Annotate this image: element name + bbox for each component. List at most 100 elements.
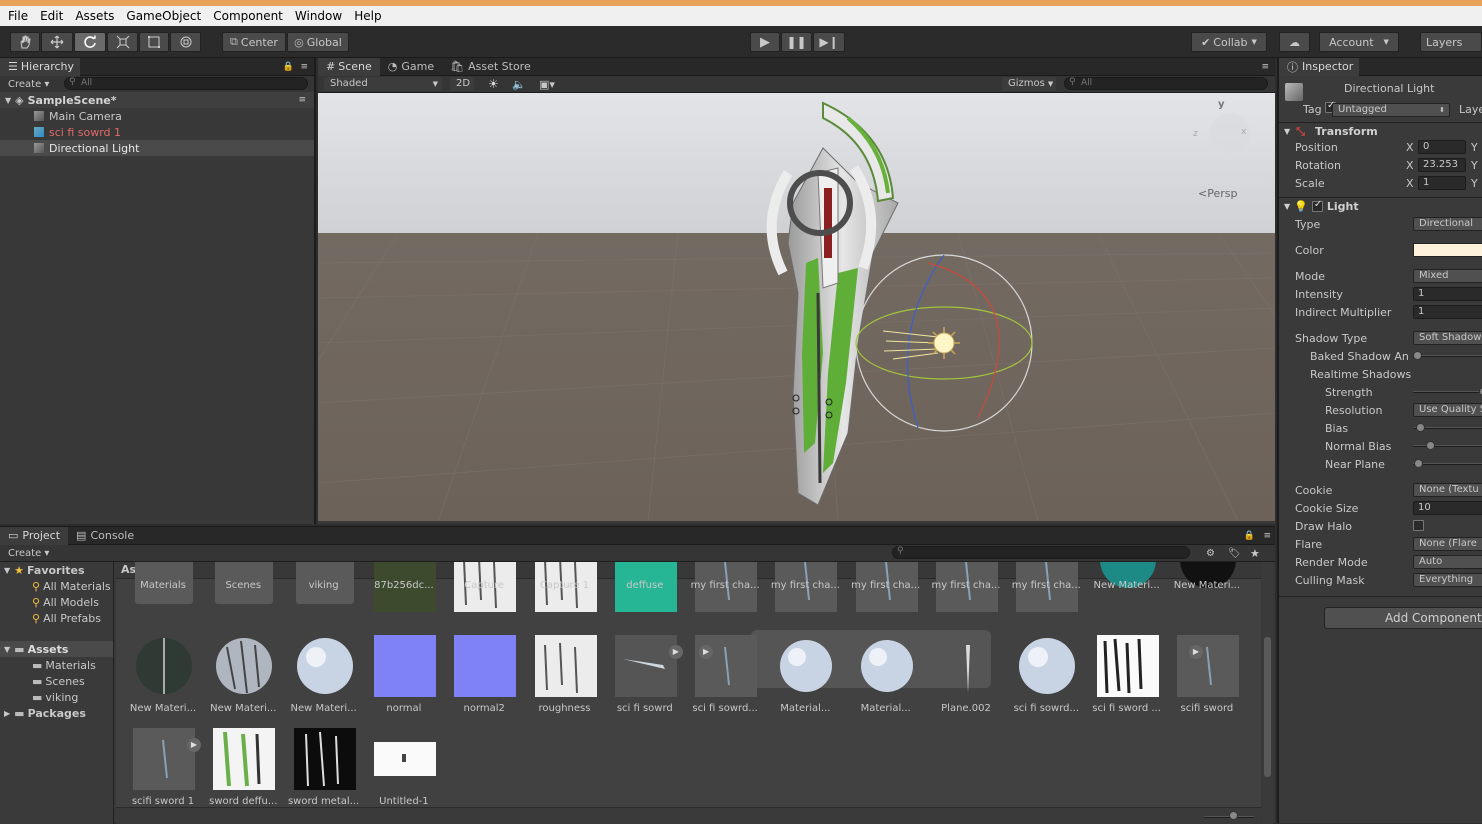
transform-tool-button[interactable]	[170, 32, 201, 52]
tab-inspector[interactable]: ⓘ Inspector	[1279, 57, 1359, 76]
property-dropdown[interactable]: None (Flare	[1413, 537, 1482, 551]
rotation-x-field[interactable]: 23.253	[1418, 158, 1466, 172]
property-dropdown[interactable]: None (Textu	[1413, 483, 1482, 497]
pivot-global-button[interactable]: ◎ Global	[287, 32, 349, 52]
menu-gameobject[interactable]: GameObject	[120, 9, 207, 23]
pause-button[interactable]: ❚❚	[781, 32, 812, 52]
hierarchy-create-button[interactable]: Create ▾	[0, 79, 57, 90]
tab-game[interactable]: ◔ Game	[380, 58, 442, 76]
folder-item[interactable]: ▬ Scenes	[32, 673, 85, 689]
slider-knob[interactable]	[1413, 351, 1422, 360]
effects-icon[interactable]: ▣▾	[539, 78, 555, 91]
cloud-button[interactable]: ☁	[1279, 32, 1310, 52]
tag-dropdown[interactable]: Untagged ⬍	[1332, 103, 1450, 117]
panel-menu-icon[interactable]: ≡	[1261, 62, 1269, 72]
add-component-button[interactable]: Add Component	[1324, 607, 1482, 629]
property-dropdown[interactable]: Everything	[1413, 573, 1482, 587]
pivot-center-button[interactable]: ⧉ Center	[222, 32, 286, 52]
transform-component-header[interactable]: ▼ ⤡ Transform	[1279, 122, 1482, 140]
lock-icon[interactable]: 🔒	[283, 62, 294, 72]
project-create-button[interactable]: Create ▾	[0, 548, 57, 559]
property-checkbox[interactable]	[1413, 520, 1424, 531]
shading-mode-dropdown[interactable]: Shaded ▼	[324, 77, 442, 91]
filter-by-type-icon[interactable]: ⚙	[1206, 548, 1215, 559]
expand-prefab-icon[interactable]: ▶	[668, 645, 683, 659]
scene-lighting-icon[interactable]: ☀	[488, 77, 499, 91]
panel-menu-icon[interactable]: ≡	[300, 62, 308, 72]
tab-asset-store[interactable]: 🛍 Asset Store	[442, 58, 539, 76]
collab-button[interactable]: ✔ Collab ▼	[1191, 32, 1267, 52]
layers-button[interactable]: Layers	[1420, 32, 1482, 52]
menu-component[interactable]: Component	[207, 9, 289, 23]
favorite-item[interactable]: ⚲ All Materials	[32, 578, 111, 594]
favorites-folder[interactable]: ▼ ★ Favorites	[4, 562, 85, 578]
menu-assets[interactable]: Assets	[69, 9, 120, 23]
audio-icon[interactable]: 🔈	[512, 78, 526, 91]
gameobject-icon	[1285, 83, 1303, 101]
project-search-input[interactable]: ⚲	[892, 546, 1190, 559]
rotate-tool-button[interactable]	[74, 32, 106, 52]
thumbnail-size-knob[interactable]	[1229, 811, 1238, 820]
scene-root-row[interactable]: ▼ ◈ SampleScene* ≡	[0, 92, 314, 108]
assets-folder[interactable]: ▼ ▬ Assets	[0, 641, 113, 657]
hierarchy-item[interactable]: sci fi sowrd 1	[0, 124, 314, 140]
object-name-field[interactable]: Directional Light	[1339, 82, 1482, 96]
expand-prefab-icon[interactable]: ▶	[699, 645, 714, 659]
position-x-field[interactable]: 0	[1418, 140, 1466, 154]
hand-tool-button[interactable]	[10, 32, 40, 52]
favorite-item[interactable]: ⚲ All Prefabs	[32, 610, 101, 626]
info-icon: ⓘ	[1287, 60, 1298, 74]
project-scrollbar[interactable]	[1262, 562, 1273, 824]
tab-console[interactable]: ▤ Console	[68, 527, 142, 545]
property-dropdown[interactable]: Soft Shadows	[1413, 331, 1482, 345]
tab-scene[interactable]: # Scene	[318, 57, 380, 76]
play-button[interactable]: ▶	[750, 32, 780, 52]
property-field[interactable]: 10	[1413, 501, 1482, 515]
scene-search-input[interactable]: ⚲ All	[1064, 77, 1268, 90]
property-dropdown[interactable]: Mixed	[1413, 269, 1482, 283]
property-dropdown[interactable]: Directional	[1413, 217, 1482, 231]
persp-label[interactable]: <Persp	[1198, 187, 1237, 200]
packages-folder[interactable]: ▶ ▬ Packages	[4, 705, 86, 721]
menu-help[interactable]: Help	[348, 9, 387, 23]
move-tool-button[interactable]	[41, 32, 73, 52]
hierarchy-item-selected[interactable]: Directional Light	[0, 140, 314, 156]
menu-window[interactable]: Window	[289, 9, 348, 23]
toggle-2d-button[interactable]: 2D	[450, 77, 474, 91]
light-component-header[interactable]: ▼ 💡 Light	[1279, 197, 1482, 215]
property-slider[interactable]	[1413, 391, 1482, 393]
property-slider[interactable]	[1413, 445, 1482, 447]
filter-by-label-icon[interactable]: 🏷	[1228, 548, 1241, 559]
menu-edit[interactable]: Edit	[34, 9, 69, 23]
scene-viewport[interactable]: y z x <Persp	[318, 93, 1275, 521]
property-field[interactable]: 1	[1413, 287, 1482, 301]
lock-icon[interactable]: 🔒	[1244, 531, 1255, 541]
property-slider[interactable]	[1413, 463, 1482, 465]
hierarchy-item[interactable]: Main Camera	[0, 108, 314, 124]
menu-file[interactable]: File	[2, 9, 34, 23]
scrollbar-thumb[interactable]	[1264, 637, 1271, 777]
property-slider[interactable]	[1413, 355, 1482, 357]
step-button[interactable]: ▶❙	[813, 32, 845, 52]
folder-item[interactable]: ▬ Materials	[32, 657, 96, 673]
scale-tool-button[interactable]	[107, 32, 138, 52]
tab-project[interactable]: ▭ Project	[0, 526, 69, 545]
hierarchy-search-input[interactable]: ⚲ All	[64, 77, 308, 90]
light-enabled-checkbox[interactable]	[1311, 199, 1323, 212]
favorite-item[interactable]: ⚲ All Models	[32, 594, 99, 610]
panel-menu-icon[interactable]: ≡	[1263, 531, 1271, 541]
property-dropdown[interactable]: Use Quality S	[1413, 403, 1482, 417]
tab-hierarchy[interactable]: ☰ Hierarchy	[0, 57, 80, 76]
scene-menu-icon[interactable]: ≡	[298, 95, 306, 105]
scale-x-field[interactable]: 1	[1418, 176, 1466, 190]
account-button[interactable]: Account ▼	[1319, 32, 1399, 52]
color-swatch[interactable]	[1413, 243, 1482, 257]
folder-item[interactable]: ▬ viking	[32, 689, 78, 705]
property-dropdown[interactable]: Auto	[1413, 555, 1482, 569]
rect-tool-button[interactable]	[139, 32, 169, 52]
expand-prefab-icon[interactable]: ▶	[187, 738, 201, 752]
expand-prefab-icon[interactable]: ▶	[1188, 645, 1203, 659]
favorite-star-icon[interactable]: ★	[1250, 547, 1260, 560]
property-field[interactable]: 1	[1413, 305, 1482, 319]
gizmos-dropdown[interactable]: Gizmos ▼	[1002, 77, 1056, 91]
